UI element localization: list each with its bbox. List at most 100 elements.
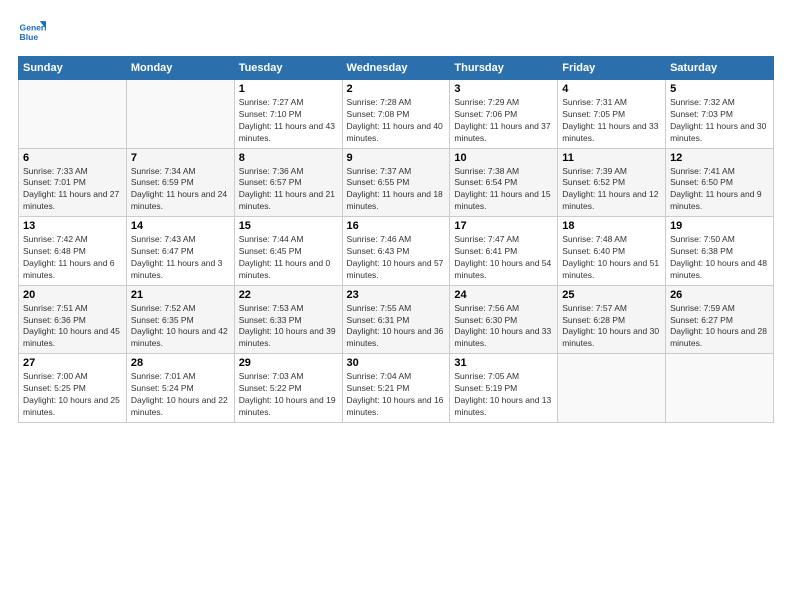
day-number: 9 xyxy=(347,152,446,164)
calendar-day-cell: 20 Sunrise: 7:51 AM Sunset: 6:36 PM Dayli… xyxy=(19,285,127,354)
day-number: 16 xyxy=(347,220,446,232)
day-number: 25 xyxy=(562,289,661,301)
calendar-day-cell: 23Sunrise: 7:55 AM Sunset: 6:31 PM Dayli… xyxy=(342,285,450,354)
calendar-day-cell: 9Sunrise: 7:37 AM Sunset: 6:55 PM Daylig… xyxy=(342,148,450,217)
calendar-day-cell xyxy=(558,354,666,423)
day-info: Sunrise: 7:34 AM Sunset: 6:59 PM Dayligh… xyxy=(131,166,230,214)
calendar-day-cell: 30 Sunrise: 7:04 AM Sunset: 5:21 PM Dayli… xyxy=(342,354,450,423)
calendar-day-cell: 22 Sunrise: 7:53 AM Sunset: 6:33 PM Dayli… xyxy=(234,285,342,354)
day-info: Sunrise: 7:01 AM Sunset: 5:24 PM Dayligh… xyxy=(131,371,230,419)
calendar-day-cell: 3 Sunrise: 7:29 AM Sunset: 7:06 PM Daylig… xyxy=(450,80,558,149)
day-number: 11 xyxy=(562,152,661,164)
day-info: Sunrise: 7:55 AM Sunset: 6:31 PM Dayligh… xyxy=(347,303,446,351)
day-info: Sunrise: 7:47 AM Sunset: 6:41 PM Dayligh… xyxy=(454,234,553,282)
day-info: Sunrise: 7:39 AM Sunset: 6:52 PM Dayligh… xyxy=(562,166,661,214)
calendar-day-cell: 17 Sunrise: 7:47 AM Sunset: 6:41 PM Dayli… xyxy=(450,217,558,286)
day-number: 5 xyxy=(670,83,769,95)
day-info: Sunrise: 7:56 AM Sunset: 6:30 PM Dayligh… xyxy=(454,303,553,351)
day-info: Sunrise: 7:04 AM Sunset: 5:21 PM Dayligh… xyxy=(347,371,446,419)
weekday-header: Monday xyxy=(126,57,234,80)
calendar-day-cell: 19Sunrise: 7:50 AM Sunset: 6:38 PM Dayli… xyxy=(666,217,774,286)
calendar-day-cell: 21 Sunrise: 7:52 AM Sunset: 6:35 PM Dayli… xyxy=(126,285,234,354)
day-info: Sunrise: 7:00 AM Sunset: 5:25 PM Dayligh… xyxy=(23,371,122,419)
calendar-day-cell: 13 Sunrise: 7:42 AM Sunset: 6:48 PM Dayli… xyxy=(19,217,127,286)
day-number: 14 xyxy=(131,220,230,232)
day-number: 21 xyxy=(131,289,230,301)
calendar-day-cell: 8 Sunrise: 7:36 AM Sunset: 6:57 PM Daylig… xyxy=(234,148,342,217)
day-number: 18 xyxy=(562,220,661,232)
weekday-row: SundayMondayTuesdayWednesdayThursdayFrid… xyxy=(19,57,774,80)
day-info: Sunrise: 7:28 AM Sunset: 7:08 PM Dayligh… xyxy=(347,97,446,145)
calendar-day-cell: 28 Sunrise: 7:01 AM Sunset: 5:24 PM Dayli… xyxy=(126,354,234,423)
calendar-day-cell: 29Sunrise: 7:03 AM Sunset: 5:22 PM Dayli… xyxy=(234,354,342,423)
day-info: Sunrise: 7:29 AM Sunset: 7:06 PM Dayligh… xyxy=(454,97,553,145)
svg-text:General: General xyxy=(20,22,46,32)
calendar-day-cell: 11 Sunrise: 7:39 AM Sunset: 6:52 PM Dayli… xyxy=(558,148,666,217)
day-number: 7 xyxy=(131,152,230,164)
day-info: Sunrise: 7:51 AM Sunset: 6:36 PM Dayligh… xyxy=(23,303,122,351)
calendar-day-cell: 12 Sunrise: 7:41 AM Sunset: 6:50 PM Dayli… xyxy=(666,148,774,217)
calendar-day-cell xyxy=(19,80,127,149)
day-info: Sunrise: 7:05 AM Sunset: 5:19 PM Dayligh… xyxy=(454,371,553,419)
day-number: 30 xyxy=(347,357,446,369)
calendar-day-cell: 14 Sunrise: 7:43 AM Sunset: 6:47 PM Dayli… xyxy=(126,217,234,286)
day-info: Sunrise: 7:38 AM Sunset: 6:54 PM Dayligh… xyxy=(454,166,553,214)
day-info: Sunrise: 7:41 AM Sunset: 6:50 PM Dayligh… xyxy=(670,166,769,214)
logo: General Blue xyxy=(18,18,46,46)
day-number: 1 xyxy=(239,83,338,95)
svg-text:Blue: Blue xyxy=(20,32,39,42)
calendar-day-cell: 2 Sunrise: 7:28 AM Sunset: 7:08 PM Daylig… xyxy=(342,80,450,149)
calendar-week-row: 6Sunrise: 7:33 AM Sunset: 7:01 PM Daylig… xyxy=(19,148,774,217)
calendar-day-cell: 25Sunrise: 7:57 AM Sunset: 6:28 PM Dayli… xyxy=(558,285,666,354)
calendar-day-cell xyxy=(666,354,774,423)
day-number: 17 xyxy=(454,220,553,232)
day-info: Sunrise: 7:42 AM Sunset: 6:48 PM Dayligh… xyxy=(23,234,122,282)
weekday-header: Friday xyxy=(558,57,666,80)
calendar-day-cell: 1 Sunrise: 7:27 AM Sunset: 7:10 PM Daylig… xyxy=(234,80,342,149)
day-info: Sunrise: 7:59 AM Sunset: 6:27 PM Dayligh… xyxy=(670,303,769,351)
day-number: 22 xyxy=(239,289,338,301)
calendar-day-cell: 16 Sunrise: 7:46 AM Sunset: 6:43 PM Dayli… xyxy=(342,217,450,286)
day-number: 8 xyxy=(239,152,338,164)
header: General Blue xyxy=(18,18,774,46)
day-info: Sunrise: 7:27 AM Sunset: 7:10 PM Dayligh… xyxy=(239,97,338,145)
logo-icon: General Blue xyxy=(18,18,46,46)
day-number: 4 xyxy=(562,83,661,95)
day-number: 31 xyxy=(454,357,553,369)
day-number: 12 xyxy=(670,152,769,164)
weekday-header: Tuesday xyxy=(234,57,342,80)
calendar-day-cell: 27 Sunrise: 7:00 AM Sunset: 5:25 PM Dayli… xyxy=(19,354,127,423)
day-info: Sunrise: 7:43 AM Sunset: 6:47 PM Dayligh… xyxy=(131,234,230,282)
day-info: Sunrise: 7:53 AM Sunset: 6:33 PM Dayligh… xyxy=(239,303,338,351)
day-number: 27 xyxy=(23,357,122,369)
weekday-header: Saturday xyxy=(666,57,774,80)
day-number: 2 xyxy=(347,83,446,95)
day-info: Sunrise: 7:52 AM Sunset: 6:35 PM Dayligh… xyxy=(131,303,230,351)
calendar-body: 1 Sunrise: 7:27 AM Sunset: 7:10 PM Daylig… xyxy=(19,80,774,423)
calendar-day-cell: 5 Sunrise: 7:32 AM Sunset: 7:03 PM Daylig… xyxy=(666,80,774,149)
calendar-day-cell: 24Sunrise: 7:56 AM Sunset: 6:30 PM Dayli… xyxy=(450,285,558,354)
weekday-header: Sunday xyxy=(19,57,127,80)
calendar-day-cell: 6Sunrise: 7:33 AM Sunset: 7:01 PM Daylig… xyxy=(19,148,127,217)
day-number: 20 xyxy=(23,289,122,301)
day-info: Sunrise: 7:48 AM Sunset: 6:40 PM Dayligh… xyxy=(562,234,661,282)
page: General Blue SundayMondayTuesdayWednesda… xyxy=(0,0,792,433)
calendar-day-cell: 26Sunrise: 7:59 AM Sunset: 6:27 PM Dayli… xyxy=(666,285,774,354)
calendar-week-row: 1 Sunrise: 7:27 AM Sunset: 7:10 PM Daylig… xyxy=(19,80,774,149)
calendar-day-cell: 10Sunrise: 7:38 AM Sunset: 6:54 PM Dayli… xyxy=(450,148,558,217)
calendar-day-cell: 31 Sunrise: 7:05 AM Sunset: 5:19 PM Dayli… xyxy=(450,354,558,423)
day-number: 6 xyxy=(23,152,122,164)
day-info: Sunrise: 7:32 AM Sunset: 7:03 PM Dayligh… xyxy=(670,97,769,145)
day-number: 13 xyxy=(23,220,122,232)
day-number: 15 xyxy=(239,220,338,232)
day-info: Sunrise: 7:46 AM Sunset: 6:43 PM Dayligh… xyxy=(347,234,446,282)
day-number: 3 xyxy=(454,83,553,95)
day-number: 28 xyxy=(131,357,230,369)
weekday-header: Wednesday xyxy=(342,57,450,80)
day-info: Sunrise: 7:36 AM Sunset: 6:57 PM Dayligh… xyxy=(239,166,338,214)
day-info: Sunrise: 7:31 AM Sunset: 7:05 PM Dayligh… xyxy=(562,97,661,145)
day-info: Sunrise: 7:03 AM Sunset: 5:22 PM Dayligh… xyxy=(239,371,338,419)
calendar-header: SundayMondayTuesdayWednesdayThursdayFrid… xyxy=(19,57,774,80)
calendar-day-cell: 18 Sunrise: 7:48 AM Sunset: 6:40 PM Dayli… xyxy=(558,217,666,286)
calendar-week-row: 20 Sunrise: 7:51 AM Sunset: 6:36 PM Dayli… xyxy=(19,285,774,354)
